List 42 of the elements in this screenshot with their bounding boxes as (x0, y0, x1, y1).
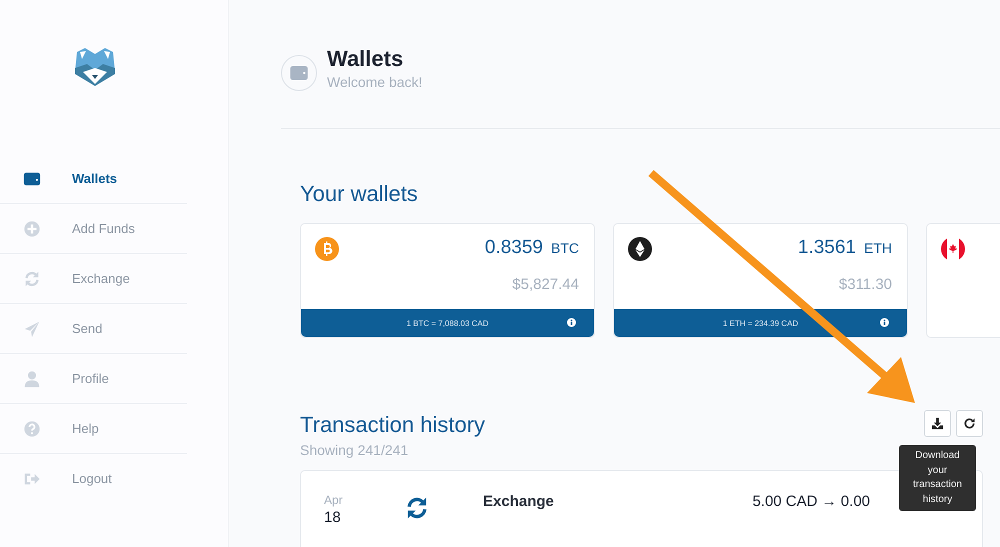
nav-item[interactable]: Profile (0, 354, 187, 404)
currency-code: BTC (551, 240, 579, 256)
section-title: Transaction history (300, 412, 486, 438)
page-subtitle: Welcome back! (327, 74, 422, 90)
download-icon (931, 417, 944, 430)
nav-item[interactable]: Help (0, 404, 187, 454)
transaction-amount: 5.00 CAD → 0.00 (752, 493, 870, 510)
transaction-type: Exchange (483, 493, 554, 510)
fiat-value: $311.30 (838, 276, 892, 293)
nav-item[interactable]: Logout (0, 454, 187, 503)
plus-icon (23, 220, 41, 238)
exchange-rate: 1 ETH = 234.39 CAD (722, 318, 798, 328)
nav-item[interactable]: Send (0, 304, 187, 354)
canada-flag-icon (941, 237, 965, 261)
user-icon (23, 370, 41, 388)
transaction-count: Showing 241/241 (300, 442, 410, 458)
bitcoin-icon (315, 237, 339, 261)
section-title: Your wallets (300, 181, 419, 207)
wallet-icon (281, 55, 317, 91)
refresh-icon (23, 270, 41, 288)
info-icon[interactable] (567, 318, 576, 327)
nav-item[interactable]: Add Funds (0, 204, 187, 254)
ethereum-icon (628, 237, 652, 261)
currency-code: ETH (864, 240, 892, 256)
info-icon[interactable] (880, 318, 889, 327)
fiat-value: $5,827.44 (511, 276, 579, 293)
paper-plane-icon (23, 320, 41, 338)
transaction-month: Apr (324, 493, 344, 507)
page-title: Wallets (327, 46, 404, 72)
nav-item[interactable]: Wallets (0, 154, 187, 204)
raccoon-logo-icon (75, 48, 115, 86)
help-icon (23, 420, 41, 438)
transaction-day: 18 (324, 509, 394, 526)
refresh-button[interactable] (956, 410, 983, 437)
download-button[interactable] (924, 410, 951, 437)
exchange-rate: 1 BTC = 7,088.03 CAD (406, 318, 489, 328)
wallet-icon (23, 170, 41, 188)
nav-item[interactable]: Exchange (0, 254, 187, 304)
tooltip: Download your transaction history (899, 445, 976, 511)
refresh-icon (963, 417, 976, 430)
wallet-amount: 0.8359 (484, 237, 543, 259)
wallet-amount: 1.3561 (798, 237, 856, 259)
